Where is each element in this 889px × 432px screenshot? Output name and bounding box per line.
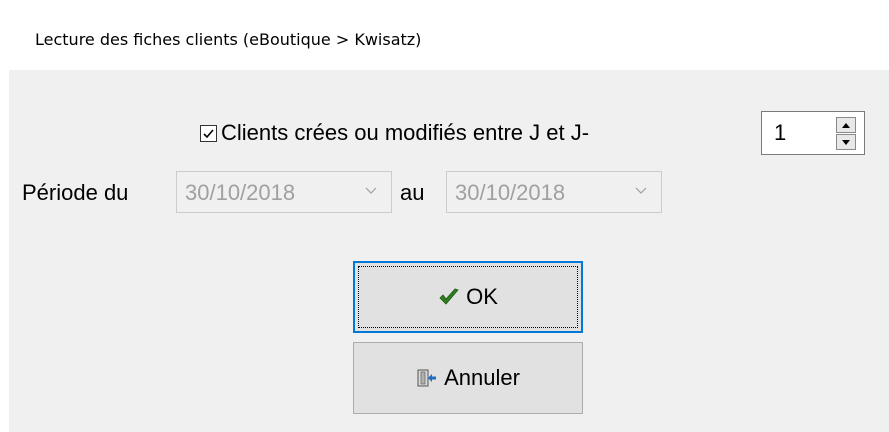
chevron-down-icon[interactable]	[635, 187, 647, 195]
period-to-date-picker[interactable]: 30/10/2018	[446, 171, 662, 213]
checkmark-icon	[438, 287, 460, 307]
cancel-button[interactable]: Annuler	[353, 342, 583, 414]
period-from-date-picker[interactable]: 30/10/2018	[176, 171, 392, 213]
dialog-title: Lecture des fiches clients (eBoutique > …	[35, 30, 422, 49]
stepper-up-button[interactable]	[836, 117, 856, 133]
checkmark-icon	[203, 128, 214, 138]
ok-button-label: OK	[466, 284, 498, 309]
exit-door-icon	[416, 367, 438, 389]
days-stepper-value[interactable]: 1	[774, 120, 786, 146]
triangle-up-icon	[842, 122, 850, 128]
period-from-label: Période du	[22, 180, 129, 205]
modified-clients-checkbox-label: Clients crées ou modifiés entre J et J-	[221, 120, 590, 145]
period-from-date-value: 30/10/2018	[185, 180, 296, 205]
modified-clients-checkbox-row[interactable]: Clients crées ou modifiés entre J et J-	[200, 118, 589, 148]
modified-clients-checkbox[interactable]	[200, 124, 217, 142]
chevron-down-icon[interactable]	[365, 187, 377, 195]
cancel-button-label: Annuler	[444, 365, 520, 390]
dialog-window: Lecture des fiches clients (eBoutique > …	[0, 0, 889, 432]
stepper-down-button[interactable]	[836, 134, 856, 150]
period-to-date-value: 30/10/2018	[455, 180, 566, 205]
period-to-label: au	[400, 180, 425, 205]
ok-button[interactable]: OK	[353, 261, 583, 333]
days-stepper[interactable]: 1	[761, 111, 865, 155]
triangle-down-icon	[842, 139, 850, 145]
